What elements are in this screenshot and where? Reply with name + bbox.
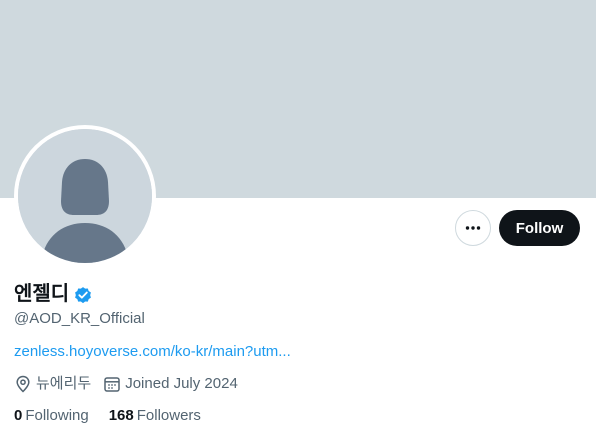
follow-button[interactable]: Follow <box>499 210 580 246</box>
followers-link[interactable]: 168 Followers <box>109 406 201 426</box>
username-handle: @AOD_KR_Official <box>14 310 145 327</box>
verified-badge-icon[interactable] <box>73 285 93 305</box>
location-pin-icon <box>16 375 30 393</box>
location-item: 뉴에리두 <box>14 374 91 394</box>
website-link[interactable]: zenless.hoyoverse.com/ko-kr/main?utm... <box>14 343 291 361</box>
more-horizontal-icon <box>465 226 481 230</box>
joined-item: Joined July 2024 <box>103 374 238 394</box>
location-text: 뉴에리두 <box>36 375 92 392</box>
display-name: 엔젤디 <box>14 283 70 305</box>
profile-meta-row: 뉴에리두 Joined July 2024 <box>14 374 250 394</box>
calendar-icon <box>104 377 120 392</box>
following-count: 0 <box>14 407 23 424</box>
joined-date: Joined July 2024 <box>125 375 238 392</box>
name-row: 엔젤디 <box>14 282 93 306</box>
followers-label: Followers <box>136 407 201 424</box>
more-options-button[interactable] <box>455 210 491 246</box>
following-link[interactable]: 0 Following <box>14 406 89 426</box>
avatar[interactable] <box>18 129 152 263</box>
followers-count: 168 <box>108 407 134 424</box>
follow-stats: 0 Following 168 Followers <box>14 406 221 426</box>
avatar-frame <box>14 125 156 267</box>
following-label: Following <box>25 407 89 424</box>
